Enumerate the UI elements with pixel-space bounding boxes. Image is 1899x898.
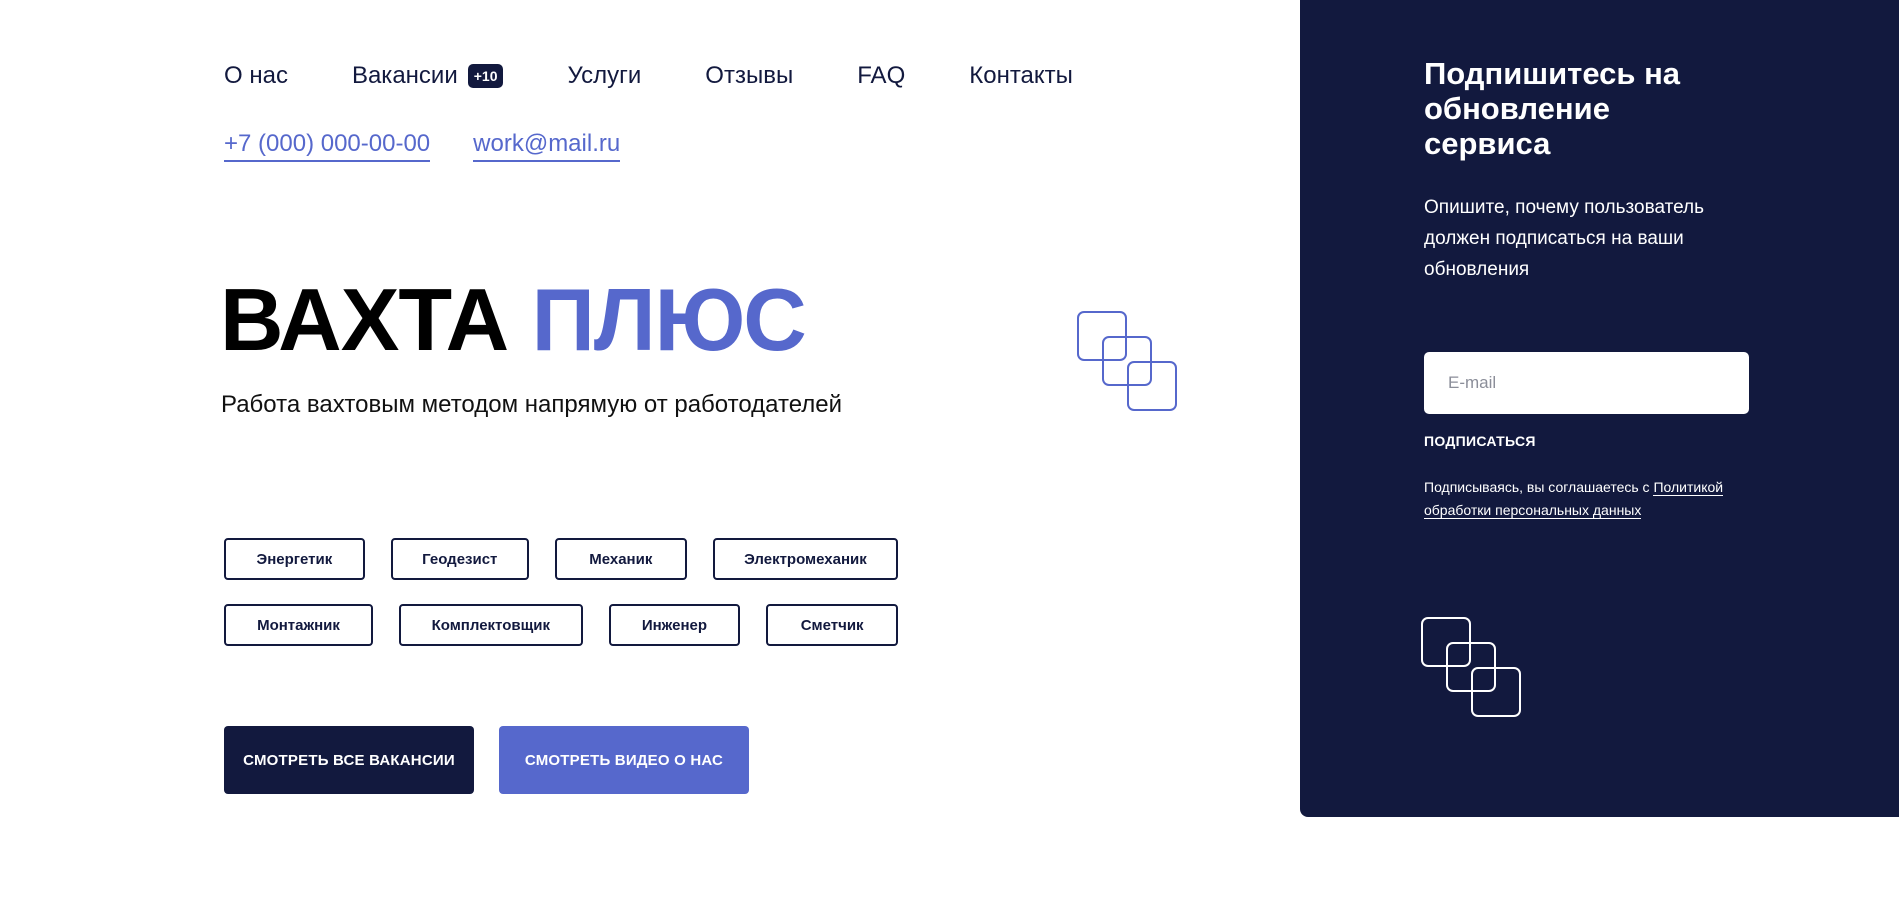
tag-row: Энергетик Геодезист Механик Электромехан… [224,538,924,580]
phone-link[interactable]: +7 (000) 000-00-00 [224,130,431,162]
subscribe-description: Опишите, почему пользователь должен подп… [1424,197,1705,280]
contact-links: +7 (000) 000-00-00 work@mail.ru [224,130,663,162]
email-input[interactable] [1424,352,1749,414]
email-link[interactable]: work@mail.ru [473,130,621,162]
nav-item-reviews[interactable]: Отзывы [705,62,793,90]
nav-item-label: О нас [224,62,288,89]
watch-video-button[interactable]: СМОТРЕТЬ ВИДЕО О НАС [499,726,749,794]
hero-title-dark: ВАХТА [220,270,509,369]
vacancies-count-badge: +10 [467,64,504,88]
nav-item-label: Отзывы [705,62,794,89]
subscribe-panel: Подпишитесь на обновление сервиса Опишит… [1300,0,1899,817]
nav-item-services[interactable]: Услуги [567,62,641,90]
tag-engineer[interactable]: Инженер [608,604,741,646]
view-all-vacancies-button[interactable]: СМОТРЕТЬ ВСЕ ВАКАНСИИ [224,726,474,794]
subscribe-title: Подпишитесь на обновление сервиса [1424,56,1681,161]
nav-item-vacancies[interactable]: Вакансии +10 [352,62,504,90]
tag-row: Монтажник Комплектовщик Инженер Сметчик [224,604,924,646]
subscribe-button[interactable]: ПОДПИСАТЬСЯ [1424,433,1536,449]
tag-installer[interactable]: Монтажник [224,604,373,646]
nav-item-about[interactable]: О нас [224,62,288,90]
tag-mechanic[interactable]: Механик [554,538,687,580]
profession-tags: Энергетик Геодезист Механик Электромехан… [224,538,924,670]
overlapping-squares-icon [1421,617,1521,717]
nav-item-label: Контакты [969,62,1073,89]
tag-estimator[interactable]: Сметчик [766,604,898,646]
hero-title: ВАХТА ПЛЮС [220,270,807,370]
hero-subtitle: Работа вахтовым методом напрямую от рабо… [221,391,843,418]
nav-item-label: FAQ [857,62,906,89]
main-nav: О нас Вакансии +10 Услуги Отзывы FAQ Конт… [224,62,1137,90]
nav-item-label: Услуги [567,62,642,89]
nav-item-contacts[interactable]: Контакты [969,62,1073,90]
overlapping-squares-icon [1077,311,1177,411]
consent-text: Подписываясь, вы соглашаетесь с Политико… [1424,476,1754,522]
tag-surveyor[interactable]: Геодезист [390,538,529,580]
tag-power-engineer[interactable]: Энергетик [224,538,365,580]
hero-title-accent: ПЛЮС [531,270,807,369]
nav-item-label: Вакансии [351,62,458,89]
tag-picker[interactable]: Комплектовщик [399,604,583,646]
tag-electromechanic[interactable]: Электромеханик [712,538,898,580]
nav-item-faq[interactable]: FAQ [857,62,905,90]
consent-prefix: Подписываясь, вы соглашаетесь с [1424,479,1654,495]
